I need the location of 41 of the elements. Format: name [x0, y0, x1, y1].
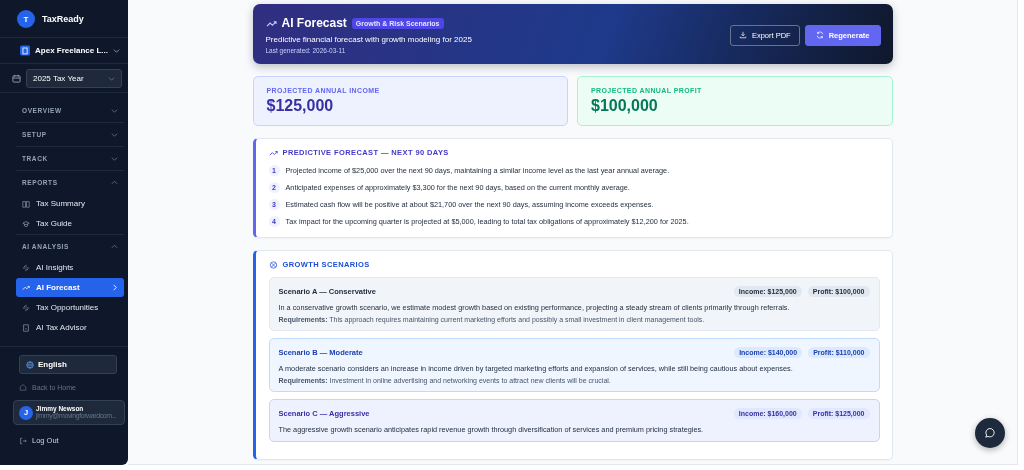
chevron-down-icon [111, 131, 118, 138]
logo-badge: T [17, 10, 35, 28]
chat-bubble-icon [984, 427, 996, 439]
sparkle-icon [22, 263, 30, 272]
sparkle-icon [22, 303, 30, 312]
app-name: TaxReady [42, 14, 84, 24]
book-icon [22, 199, 30, 208]
chevron-down-icon [108, 75, 115, 82]
refresh-icon [815, 31, 824, 39]
cap-icon [22, 219, 30, 228]
nav-item[interactable]: AI Forecast [16, 278, 124, 297]
nav-item[interactable]: Tax Opportunities [16, 298, 124, 317]
logout-icon [19, 436, 27, 445]
crossed-circle-icon [268, 260, 278, 269]
trend-icon [268, 148, 278, 157]
company-selector[interactable]: Apex Freelance L... [0, 38, 128, 64]
home-icon [19, 383, 27, 391]
chevron-down-icon [113, 47, 120, 54]
subtitle: Predictive financial forecast with growth modeling for 2025 [265, 35, 472, 44]
trend-icon [22, 283, 30, 292]
document-icon [22, 323, 30, 332]
download-icon [738, 31, 747, 39]
chevron-down-icon [111, 107, 118, 114]
globe-icon [26, 360, 34, 369]
page-title: AI Forecast [281, 16, 347, 30]
stat-value: $100,000 [591, 97, 659, 115]
nav-item[interactable]: Tax Guide [16, 214, 124, 233]
tax-year-select[interactable]: 2025 Tax Year [26, 69, 122, 88]
chat-button[interactable] [975, 418, 1005, 448]
nav-item[interactable]: AI Tax Advisor [16, 318, 124, 337]
building-icon [20, 45, 31, 56]
trend-icon [265, 18, 277, 28]
stat-value: $125,000 [266, 97, 335, 115]
chevron-up-icon [111, 179, 118, 186]
chevron-up-icon [111, 243, 118, 250]
nav-item[interactable]: AI Insights [16, 258, 124, 277]
language-selector[interactable]: English [19, 355, 117, 374]
nav-item[interactable]: Tax Summary [16, 194, 124, 213]
chevron-right-icon [111, 284, 118, 291]
calendar-icon [12, 74, 21, 83]
chevron-down-icon [111, 155, 118, 162]
